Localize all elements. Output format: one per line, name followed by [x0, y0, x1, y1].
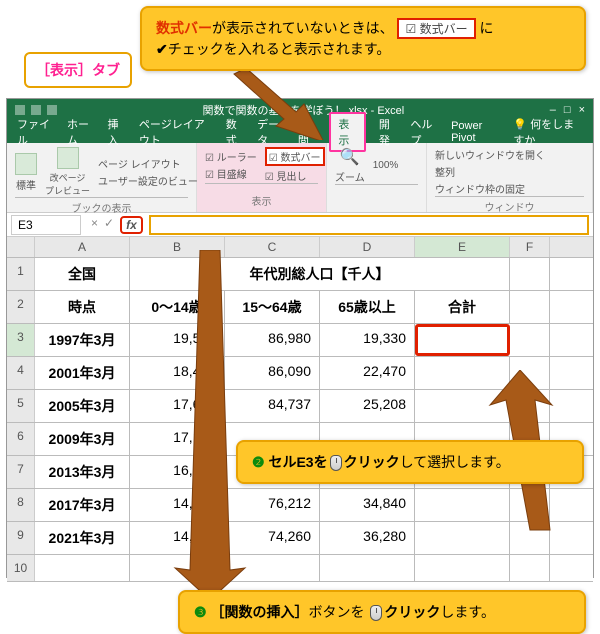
formula-bar-row: E3 × ✓ fx [7, 213, 593, 237]
chk-gridlines[interactable]: ☑ 目盛線 [205, 166, 257, 181]
row-3: 3 1997年3月 19,560 86,980 19,330 [7, 324, 593, 357]
cell-E3-selected[interactable] [415, 324, 510, 356]
group-window: 新しいウィンドウを開く 整列 ウィンドウ枠の固定 ウィンドウ [427, 143, 593, 212]
chk-ruler[interactable]: ☑ ルーラー [205, 149, 257, 164]
checkbox-sample: ☑ 数式バー [397, 18, 475, 39]
enter-icon[interactable]: ✓ [104, 216, 114, 234]
col-A[interactable]: A [35, 237, 130, 257]
row-hdr-1[interactable]: 1 [7, 258, 35, 290]
redo-icon[interactable] [47, 105, 57, 115]
new-window[interactable]: 新しいウィンドウを開く [435, 147, 545, 162]
row-2: 2 時点 0～14歳 15～64歳 65歳以上 合計 [7, 291, 593, 324]
close-icon[interactable]: × [579, 104, 585, 116]
group-zoom: 🔍ズーム 100% [327, 143, 427, 212]
pagebreak-icon[interactable] [57, 147, 79, 169]
group-show: ☑ ルーラー ☑ 目盛線 ☑ 数式バー ☑ 見出し 表示 [197, 143, 327, 212]
callout-red-text: 数式バー [156, 20, 212, 36]
step-num-3: ❸ [194, 604, 207, 620]
callout-step-3: ❸ ［関数の挿入］ボタンを クリックします。 [178, 590, 586, 634]
mouse-icon [330, 455, 342, 471]
view-tab-label: ［表示］タブ [24, 52, 132, 88]
customview-btn[interactable]: ユーザー設定のビュー [98, 173, 198, 188]
cancel-icon[interactable]: × [91, 216, 98, 234]
chk-formula-bar[interactable]: ☑ 数式バー [265, 147, 325, 166]
chk-headings[interactable]: ☑ 見出し [265, 168, 325, 183]
row-1: 1 全国 年代別総人口【千人】 [7, 258, 593, 291]
arrow-to-fx [170, 250, 250, 590]
mouse-icon [370, 605, 382, 621]
window-controls[interactable]: –□ × [550, 104, 585, 116]
maximize-icon[interactable]: □ [564, 104, 571, 116]
freeze-panes[interactable]: ウィンドウ枠の固定 [435, 181, 525, 196]
row-10: 10 [7, 555, 593, 582]
pagelayout-btn[interactable]: ページ レイアウト [98, 156, 198, 171]
col-E[interactable]: E [415, 237, 510, 257]
undo-icon[interactable] [31, 105, 41, 115]
tab-powerpivot[interactable]: Power Pivot [451, 120, 500, 144]
col-F[interactable]: F [510, 237, 550, 257]
insert-function-button[interactable]: fx [120, 216, 143, 234]
zoom-icon[interactable]: 🔍 [340, 147, 360, 167]
qat[interactable] [15, 105, 57, 115]
save-icon[interactable] [15, 105, 25, 115]
select-all-corner[interactable] [7, 237, 35, 257]
column-headers: A B C D E F [7, 237, 593, 258]
cell-A1[interactable]: 全国 [35, 258, 130, 290]
callout-formula-bar-tip: 数式バーが表示されていないときは、 ☑ 数式バー に ✔チェックを入れると表示さ… [140, 6, 586, 71]
name-box[interactable]: E3 [11, 215, 81, 235]
minimize-icon[interactable]: – [550, 104, 556, 116]
group-book-view: 標準 改ページ プレビュー ページ レイアウト ユーザー設定のビュー ブックの表… [7, 143, 197, 212]
ribbon: 標準 改ページ プレビュー ページ レイアウト ユーザー設定のビュー ブックの表… [7, 143, 593, 213]
normal-view-icon[interactable] [15, 153, 37, 175]
arrow-to-view-tab [230, 70, 330, 140]
arrange-all[interactable]: 整列 [435, 164, 455, 179]
step-num-2: ❷ [252, 454, 265, 470]
formula-input[interactable] [149, 215, 589, 235]
col-D[interactable]: D [320, 237, 415, 257]
zoom-100[interactable]: 100% [373, 160, 399, 171]
callout-step-2: ❷ セルE3をクリックして選択します。 [236, 440, 584, 484]
